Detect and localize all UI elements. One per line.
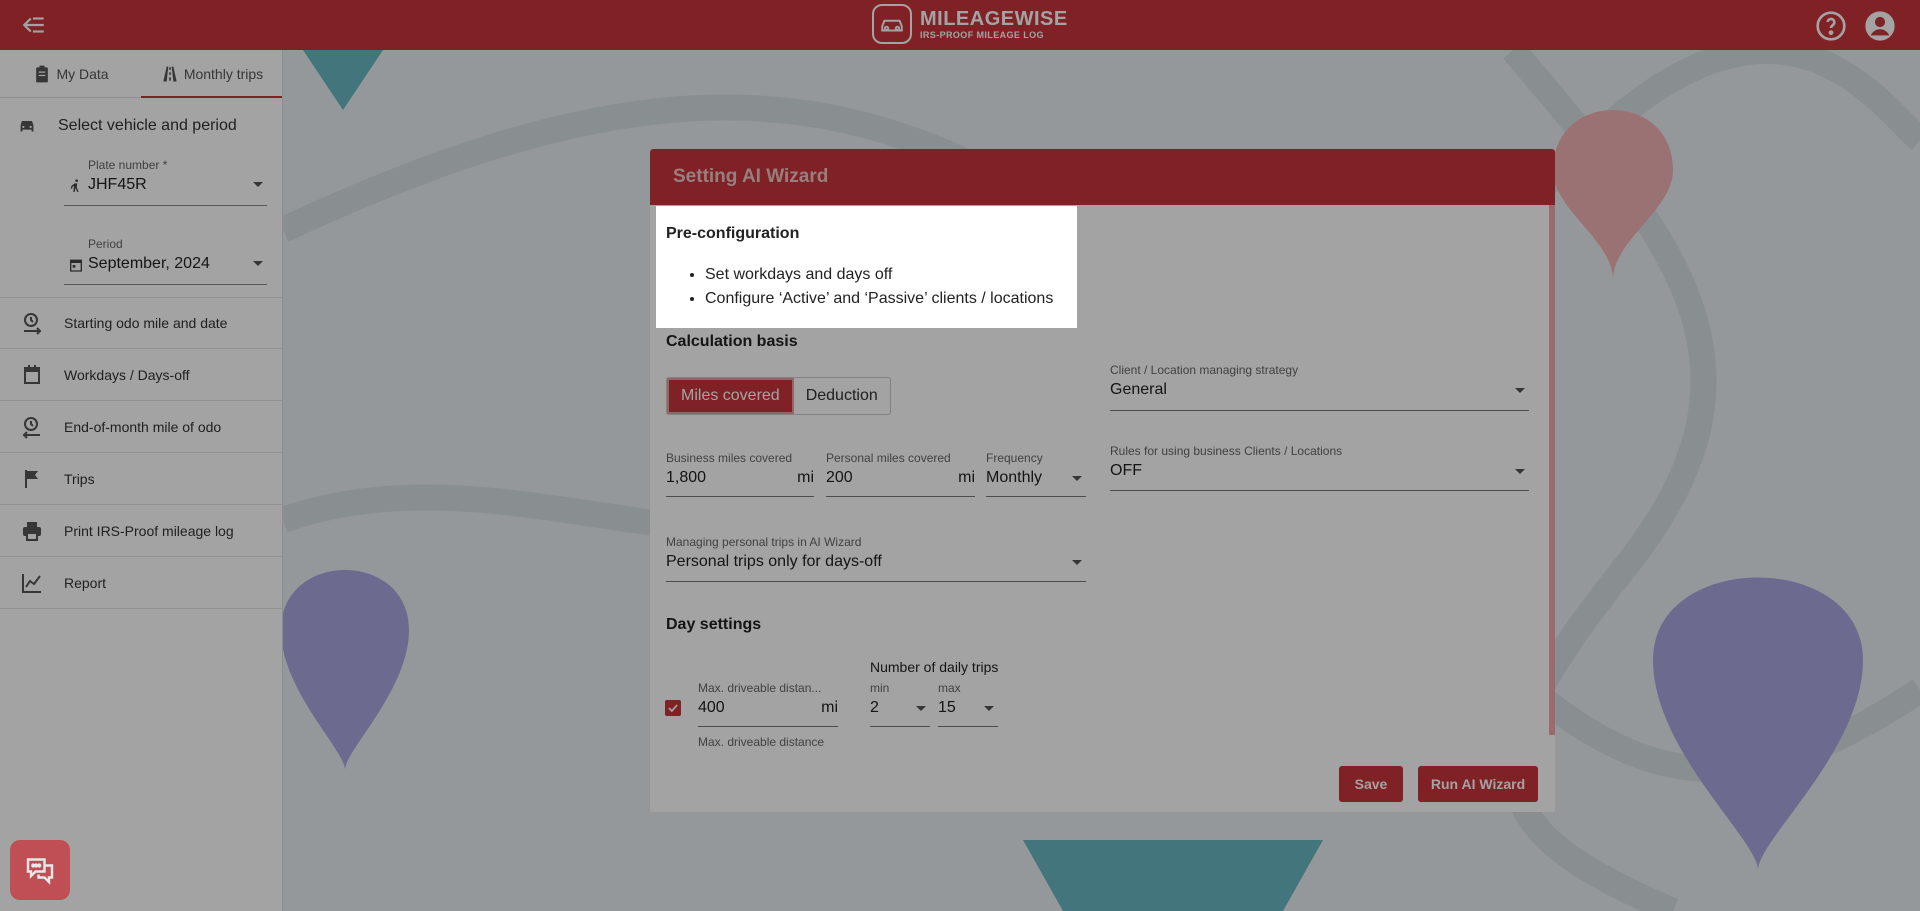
save-button[interactable]: Save <box>1339 766 1403 802</box>
personal-trips-value: Personal trips only for days-off <box>666 553 882 570</box>
max-distance-helper: Max. driveable distance <box>698 735 825 749</box>
chevron-down-icon <box>1515 469 1525 474</box>
max-distance-input[interactable]: Max. driveable distan... 400 mi <box>698 681 838 727</box>
calc-basis-title: Calculation basis <box>666 333 798 350</box>
daily-trips-label: Number of daily trips <box>870 659 999 675</box>
business-miles-input[interactable]: Business miles covered 1,800 mi <box>666 451 814 497</box>
max-trips-select[interactable]: max 15 <box>938 681 998 727</box>
check-icon <box>668 704 678 713</box>
deduction-toggle[interactable]: Deduction <box>794 378 890 414</box>
chevron-down-icon <box>1072 560 1082 565</box>
min-trips-select[interactable]: min 2 <box>870 681 930 727</box>
personal-miles-label: Personal miles covered <box>826 451 951 465</box>
max-distance-value: 400 <box>698 699 725 716</box>
rules-label: Rules for using business Clients / Locat… <box>1110 444 1343 458</box>
frequency-label: Frequency <box>986 451 1043 465</box>
business-miles-label: Business miles covered <box>666 451 793 465</box>
run-ai-wizard-button[interactable]: Run AI Wizard <box>1418 766 1538 802</box>
max-distance-checkbox[interactable] <box>665 700 681 716</box>
unit-label: mi <box>797 469 814 486</box>
personal-miles-input[interactable]: Personal miles covered 200 mi <box>826 451 975 497</box>
unit-label: mi <box>958 469 975 486</box>
max-distance-label: Max. driveable distan... <box>698 681 822 695</box>
list-item: Set workdays and days off <box>705 263 1053 287</box>
dialog-title: Setting AI Wizard <box>673 166 829 187</box>
chat-button[interactable] <box>10 840 70 900</box>
day-settings-title: Day settings <box>666 616 762 633</box>
max-label: max <box>938 681 961 695</box>
chat-bubbles-icon <box>26 858 54 885</box>
strategy-label: Client / Location managing strategy <box>1110 363 1299 377</box>
scrollbar[interactable] <box>1549 205 1555 735</box>
frequency-select[interactable]: Frequency Monthly <box>986 451 1086 497</box>
min-label: min <box>870 681 890 695</box>
personal-trips-select[interactable]: Managing personal trips in AI Wizard Per… <box>666 535 1086 582</box>
calc-basis-toggle: Miles covered Deduction <box>666 377 891 415</box>
unit-label: mi <box>821 699 838 716</box>
miles-covered-toggle[interactable]: Miles covered <box>667 378 794 414</box>
rules-value: OFF <box>1110 462 1142 479</box>
rules-select[interactable]: Rules for using business Clients / Locat… <box>1110 444 1529 491</box>
max-value: 15 <box>938 699 956 716</box>
personal-trips-label: Managing personal trips in AI Wizard <box>666 535 862 549</box>
business-miles-value: 1,800 <box>666 469 707 486</box>
frequency-value: Monthly <box>986 469 1043 486</box>
chevron-down-icon <box>916 706 926 711</box>
spotlight-title: Pre-configuration <box>666 225 800 242</box>
chevron-down-icon <box>1515 388 1525 393</box>
list-item: Configure ‘Active’ and ‘Passive’ clients… <box>705 287 1053 311</box>
strategy-select[interactable]: Client / Location managing strategy Gene… <box>1110 363 1529 411</box>
spotlight-list: Set workdays and days off Configure ‘Act… <box>705 263 1053 311</box>
chevron-down-icon <box>1072 476 1082 481</box>
personal-miles-value: 200 <box>826 469 853 486</box>
preconfig-spotlight: Pre-configuration Set workdays and days … <box>656 206 1077 328</box>
min-value: 2 <box>870 699 879 716</box>
chevron-down-icon <box>984 706 994 711</box>
dialog-title-bar: Setting AI Wizard <box>650 149 1555 205</box>
strategy-value: General <box>1110 381 1167 398</box>
